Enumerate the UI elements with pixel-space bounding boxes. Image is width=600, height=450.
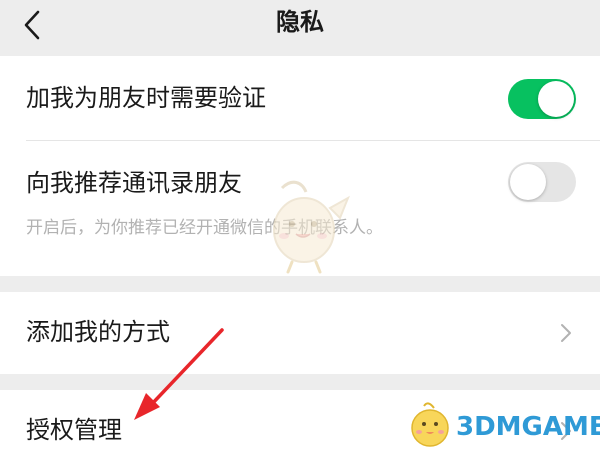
mascot-watermark-icon [273,180,350,274]
chevron-right-icon [561,324,571,342]
setting-row-add-methods[interactable]: 添加我的方式 [0,292,600,374]
toggle-knob [510,164,546,200]
setting-label: 向我推荐通讯录朋友 [26,169,242,197]
setting-label: 授权管理 [26,416,122,444]
setting-label: 加我为朋友时需要验证 [26,84,266,112]
setting-row-require-verification[interactable]: 加我为朋友时需要验证 [0,56,600,140]
setting-label: 添加我的方式 [26,318,170,346]
brand-watermark: 3DMGAME [404,398,600,450]
brand-watermark-text: 3DMGAME [456,412,600,442]
mascot-logo-icon [411,402,449,447]
top-bar: 隐私 [0,0,600,56]
settings-section-add-methods: 添加我的方式 [0,292,600,374]
recommend-contacts-toggle[interactable] [508,162,576,202]
toggle-knob [538,81,574,117]
page-title: 隐私 [276,8,324,36]
verification-toggle[interactable] [508,79,576,119]
